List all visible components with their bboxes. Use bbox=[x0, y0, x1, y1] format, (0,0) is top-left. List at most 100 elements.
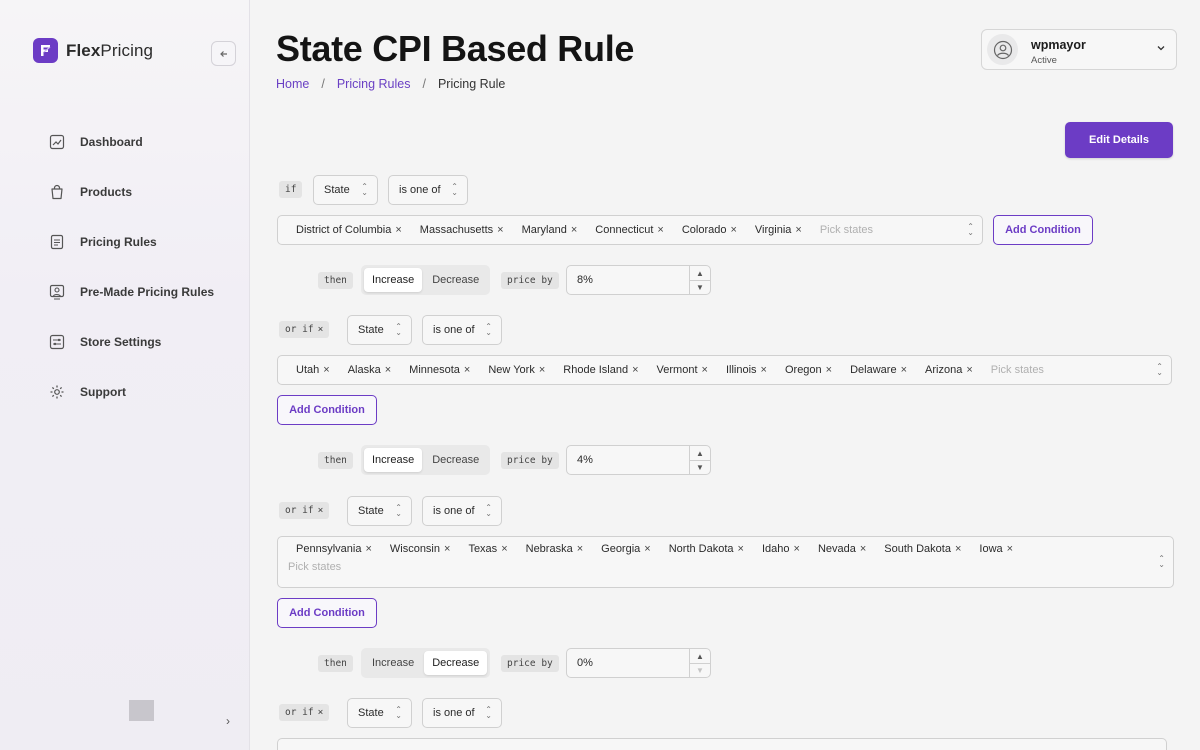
remove-icon[interactable]: × bbox=[318, 324, 324, 335]
increment-icon[interactable]: ▲ bbox=[690, 266, 710, 280]
edit-details-button[interactable]: Edit Details bbox=[1065, 122, 1173, 158]
add-condition-button[interactable]: Add Condition bbox=[277, 598, 377, 628]
increment-icon[interactable]: ▲ bbox=[690, 446, 710, 460]
pick-states-placeholder[interactable]: Pick states bbox=[288, 555, 1159, 573]
sort-icon: ⌃ ⌄ bbox=[451, 182, 458, 197]
collapse-sidebar-button[interactable] bbox=[211, 41, 236, 66]
field-select[interactable]: State ⌃ ⌄ bbox=[347, 698, 412, 728]
add-condition-button[interactable]: Add Condition bbox=[993, 215, 1093, 245]
remove-icon[interactable]: × bbox=[644, 543, 650, 555]
states-multiselect[interactable]: Pennsylvania × Wisconsin × Texas × Nebraska… bbox=[277, 536, 1174, 588]
decrement-icon[interactable]: ▼ bbox=[690, 280, 710, 294]
increase-option[interactable]: Increase bbox=[364, 448, 423, 472]
decrement-icon[interactable]: ▼ bbox=[690, 460, 710, 474]
increment-icon[interactable]: ▲ bbox=[690, 649, 710, 663]
sort-icon: ⌃ ⌄ bbox=[395, 503, 402, 518]
breadcrumb-separator: / bbox=[321, 77, 325, 91]
remove-icon[interactable]: × bbox=[730, 224, 736, 236]
decrement-icon[interactable]: ▼ bbox=[690, 663, 710, 677]
breadcrumb-pricing-rules[interactable]: Pricing Rules bbox=[337, 77, 411, 91]
price-by-label: price by bbox=[507, 275, 553, 286]
states-multiselect[interactable] bbox=[277, 738, 1167, 750]
decrease-option[interactable]: Decrease bbox=[424, 448, 487, 472]
remove-icon[interactable]: × bbox=[795, 224, 801, 236]
state-tag: Delaware × bbox=[850, 364, 907, 376]
state-tag: Wisconsin × bbox=[390, 543, 451, 555]
stepper: ▲ ▼ bbox=[689, 649, 710, 677]
or-if-label: or if bbox=[285, 505, 314, 516]
state-tag-label: Texas bbox=[468, 543, 498, 555]
state-tag: Georgia × bbox=[601, 543, 651, 555]
state-tag-label: New York bbox=[488, 364, 535, 376]
operator-select[interactable]: is one of ⌃ ⌄ bbox=[422, 698, 502, 728]
price-adjustment-input[interactable]: 0% ▲ ▼ bbox=[566, 648, 711, 678]
state-tag: Idaho × bbox=[762, 543, 800, 555]
remove-icon[interactable]: × bbox=[501, 543, 507, 555]
remove-icon[interactable]: × bbox=[632, 364, 638, 376]
decrease-option[interactable]: Decrease bbox=[424, 651, 488, 675]
remove-icon[interactable]: × bbox=[323, 364, 329, 376]
sidebar-item-store-settings[interactable]: Store Settings bbox=[48, 332, 214, 352]
sidebar-footer-image bbox=[129, 700, 154, 721]
user-menu[interactable]: wpmayor Active bbox=[981, 29, 1177, 70]
gear-icon bbox=[48, 384, 65, 401]
add-condition-button[interactable]: Add Condition bbox=[277, 395, 377, 425]
increase-option[interactable]: Increase bbox=[364, 651, 422, 675]
remove-icon[interactable]: × bbox=[539, 364, 545, 376]
decrease-option[interactable]: Decrease bbox=[424, 268, 487, 292]
chevron-right-icon[interactable]: › bbox=[226, 714, 230, 728]
states-multiselect[interactable]: District of Columbia × Massachusetts × Mar… bbox=[277, 215, 983, 245]
operator-select[interactable]: is one of ⌃ ⌄ bbox=[388, 175, 468, 205]
field-select[interactable]: State ⌃ ⌄ bbox=[313, 175, 378, 205]
remove-icon[interactable]: × bbox=[318, 707, 324, 718]
remove-icon[interactable]: × bbox=[444, 543, 450, 555]
remove-icon[interactable]: × bbox=[318, 505, 324, 516]
remove-icon[interactable]: × bbox=[761, 364, 767, 376]
remove-icon[interactable]: × bbox=[826, 364, 832, 376]
remove-icon[interactable]: × bbox=[955, 543, 961, 555]
state-tag: Nevada × bbox=[818, 543, 866, 555]
sidebar-item-products[interactable]: Products bbox=[48, 182, 214, 202]
price-adjustment-input[interactable]: 8% ▲ ▼ bbox=[566, 265, 711, 295]
operator-select[interactable]: is one of ⌃ ⌄ bbox=[422, 315, 502, 345]
or-if-keyword: or if × bbox=[279, 704, 330, 721]
pick-states-placeholder[interactable]: Pick states bbox=[820, 224, 873, 236]
state-tag: Nebraska × bbox=[526, 543, 584, 555]
sidebar-item-support[interactable]: Support bbox=[48, 382, 214, 402]
pick-states-placeholder[interactable]: Pick states bbox=[991, 364, 1044, 376]
remove-icon[interactable]: × bbox=[365, 543, 371, 555]
sidebar-item-dashboard[interactable]: Dashboard bbox=[48, 132, 214, 152]
state-tag-label: Nevada bbox=[817, 543, 856, 555]
remove-icon[interactable]: × bbox=[860, 543, 866, 555]
price-adjustment-input[interactable]: 4% ▲ ▼ bbox=[566, 445, 711, 475]
field-select[interactable]: State ⌃ ⌄ bbox=[347, 496, 412, 526]
remove-icon[interactable]: × bbox=[901, 364, 907, 376]
sort-icon: ⌃ ⌄ bbox=[395, 705, 402, 720]
sort-icon: ⌃ ⌄ bbox=[1158, 554, 1165, 569]
sidebar-item-pre-made-pricing-rules[interactable]: Pre-Made Pricing Rules bbox=[48, 282, 214, 302]
state-tag-label: Idaho bbox=[761, 543, 790, 555]
sort-icon: ⌃ ⌄ bbox=[485, 322, 492, 337]
operator-select[interactable]: is one of ⌃ ⌄ bbox=[422, 496, 502, 526]
states-multiselect[interactable]: Utah × Alaska × Minnesota × New York × Rhode… bbox=[277, 355, 1172, 385]
sidebar-item-pricing-rules[interactable]: Pricing Rules bbox=[48, 232, 214, 252]
remove-icon[interactable]: × bbox=[464, 364, 470, 376]
breadcrumb-home[interactable]: Home bbox=[276, 77, 309, 91]
remove-icon[interactable]: × bbox=[571, 224, 577, 236]
remove-icon[interactable]: × bbox=[577, 543, 583, 555]
user-status: Active bbox=[1031, 55, 1057, 66]
remove-icon[interactable]: × bbox=[738, 543, 744, 555]
remove-icon[interactable]: × bbox=[702, 364, 708, 376]
price-adjustment-value: 8% bbox=[577, 274, 593, 286]
remove-icon[interactable]: × bbox=[966, 364, 972, 376]
increase-option[interactable]: Increase bbox=[364, 268, 423, 292]
remove-icon[interactable]: × bbox=[497, 224, 503, 236]
state-tag: Iowa × bbox=[979, 543, 1013, 555]
remove-icon[interactable]: × bbox=[395, 224, 401, 236]
app-logo[interactable]: FlexPricing bbox=[33, 38, 153, 63]
remove-icon[interactable]: × bbox=[385, 364, 391, 376]
remove-icon[interactable]: × bbox=[657, 224, 663, 236]
field-select[interactable]: State ⌃ ⌄ bbox=[347, 315, 412, 345]
remove-icon[interactable]: × bbox=[1007, 543, 1013, 555]
remove-icon[interactable]: × bbox=[794, 543, 800, 555]
